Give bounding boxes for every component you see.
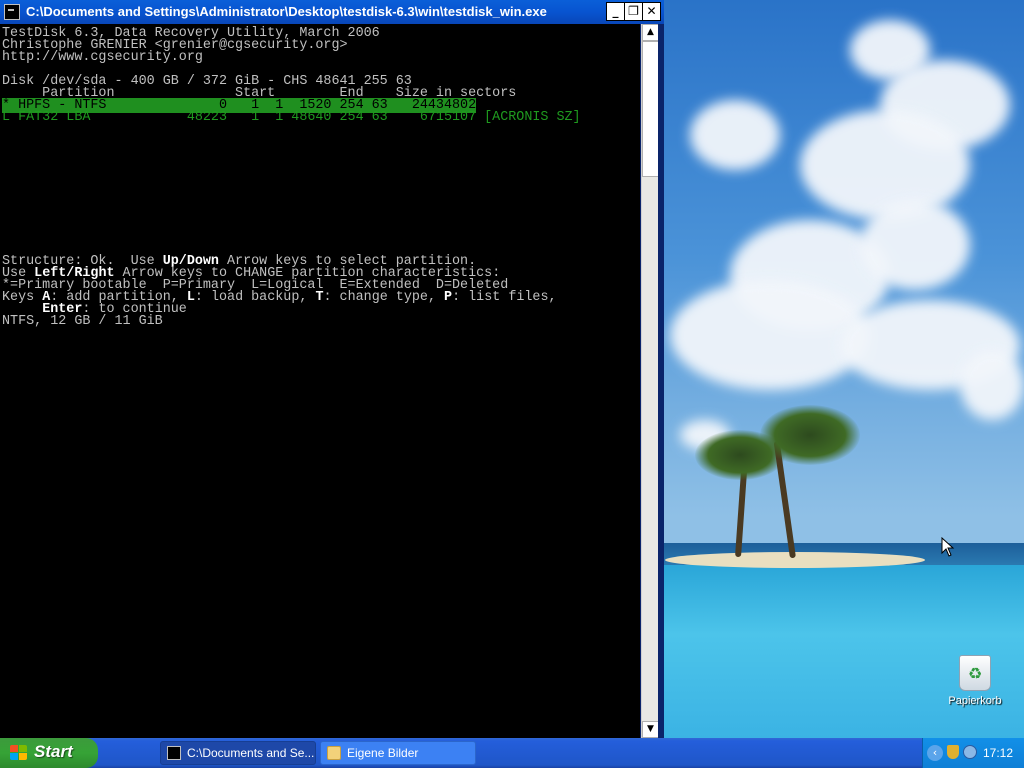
partition-row[interactable]: L FAT32 LBA 48223 1 1 48640 254 63 67151… <box>2 111 581 124</box>
recycle-bin-label[interactable]: Papierkorb <box>940 695 1010 707</box>
maximize-button[interactable]: ❐ <box>624 2 643 21</box>
taskbar-item-console[interactable]: C:\Documents and Se... <box>160 741 316 765</box>
clock[interactable]: 17:12 <box>983 746 1013 760</box>
recycle-bin[interactable]: ♻ Papierkorb <box>940 655 1010 707</box>
start-label: Start <box>34 742 73 761</box>
cloud <box>800 110 970 220</box>
console-app-icon <box>167 746 181 760</box>
network-icon[interactable] <box>963 745 977 759</box>
windows-logo-icon <box>10 745 28 761</box>
console-line: http://www.cgsecurity.org <box>2 50 203 65</box>
security-shield-icon[interactable] <box>947 745 959 759</box>
console-app-icon[interactable] <box>4 4 20 20</box>
taskbar-item-label: Eigene Bilder <box>347 746 419 760</box>
palm-leaves <box>760 405 860 465</box>
vertical-scrollbar[interactable]: ▲ ▼ <box>641 24 659 738</box>
window-border <box>658 24 664 738</box>
folder-icon <box>327 746 341 760</box>
show-hidden-icons-button[interactable]: ‹ <box>927 745 943 761</box>
taskbar: Start C:\Documents and Se... Eigene Bild… <box>0 738 1024 768</box>
cloud <box>860 200 970 290</box>
taskbar-item-label: C:\Documents and Se... <box>187 746 315 760</box>
recycle-bin-icon[interactable]: ♻ <box>959 655 991 691</box>
cloud <box>690 100 780 170</box>
scroll-up-button[interactable]: ▲ <box>642 24 659 41</box>
console-output[interactable]: TestDisk 6.3, Data Recovery Utility, Mar… <box>0 24 640 738</box>
scroll-thumb[interactable] <box>642 41 659 177</box>
partition-summary: NTFS, 12 GB / 11 GiB <box>2 314 163 329</box>
window-titlebar[interactable]: C:\Documents and Settings\Administrator\… <box>0 0 664 24</box>
taskbar-item-eigene-bilder[interactable]: Eigene Bilder <box>320 741 476 765</box>
scroll-down-button[interactable]: ▼ <box>642 721 659 738</box>
window-title: C:\Documents and Settings\Administrator\… <box>26 4 547 19</box>
mouse-cursor-icon <box>941 536 955 562</box>
close-button[interactable]: ✕ <box>642 2 661 21</box>
cloud <box>670 280 870 390</box>
cloud <box>960 350 1024 420</box>
minimize-button[interactable]: _ <box>606 2 625 21</box>
start-button[interactable]: Start <box>0 738 98 768</box>
console-window[interactable]: C:\Documents and Settings\Administrator\… <box>0 0 664 738</box>
system-tray: ‹ 17:12 <box>922 738 1024 768</box>
